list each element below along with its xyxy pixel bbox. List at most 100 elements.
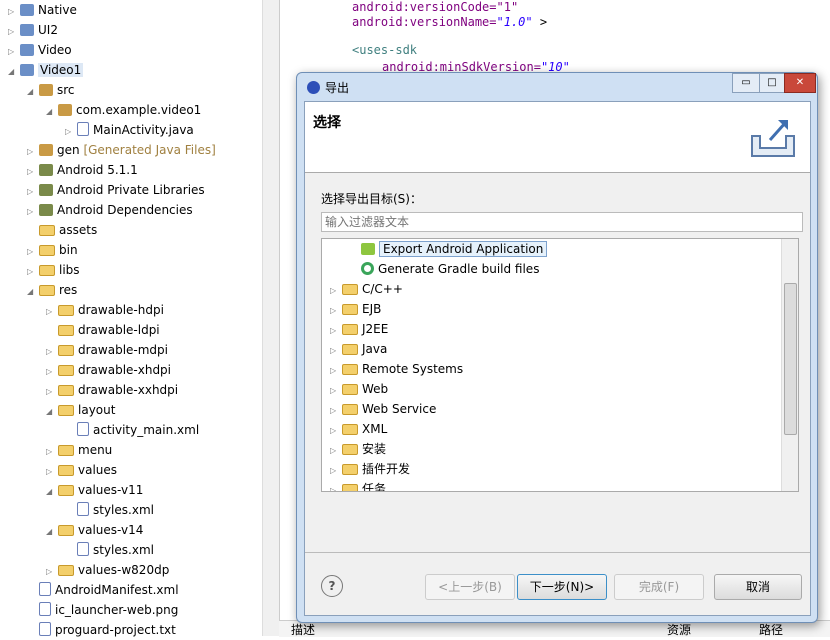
expand-toggle-icon[interactable]: ▷ <box>8 42 18 62</box>
tree-item[interactable]: ◢ com.example.video1 <box>46 100 201 120</box>
expand-toggle-icon[interactable]: ◢ <box>27 282 37 302</box>
tree-item[interactable]: ▷ drawable-hdpi <box>46 300 164 320</box>
tree-item[interactable]: ▷ bin <box>27 240 78 260</box>
expand-toggle-icon[interactable]: ▷ <box>65 122 75 142</box>
tree-item-label: drawable-xxhdpi <box>78 383 179 397</box>
expand-toggle-icon[interactable]: ▷ <box>330 361 340 381</box>
tree-item[interactable]: ▷ drawable-xhdpi <box>46 360 171 380</box>
tree-item[interactable]: ▷ menu <box>46 440 112 460</box>
tree-item[interactable]: activity_main.xml <box>65 420 199 440</box>
tree-item[interactable]: ◢ values-v14 <box>46 520 143 540</box>
expand-toggle-icon[interactable]: ▷ <box>46 462 56 482</box>
tree-item[interactable]: styles.xml <box>65 500 154 520</box>
finish-button[interactable]: 完成(F) <box>614 574 704 600</box>
expand-toggle-icon[interactable]: ▷ <box>27 162 37 182</box>
tree-item[interactable]: ▷ Video <box>8 40 72 60</box>
tree-item[interactable]: ▷ values-w820dp <box>46 560 169 580</box>
wizard-item[interactable]: ▷ 安装 <box>330 439 386 459</box>
wizard-item[interactable]: ▷ Web <box>330 379 388 399</box>
tree-item[interactable]: ▷ UI2 <box>8 20 58 40</box>
expand-toggle-icon[interactable]: ◢ <box>46 482 56 502</box>
wizard-item[interactable]: ▷ Remote Systems <box>330 359 463 379</box>
tree-item[interactable]: AndroidManifest.xml <box>27 580 179 600</box>
tree-item[interactable]: ▷ drawable-xxhdpi <box>46 380 178 400</box>
expand-toggle-icon[interactable]: ▷ <box>330 301 340 321</box>
tree-item[interactable]: ◢ layout <box>46 400 115 420</box>
expand-toggle-icon[interactable]: ▷ <box>330 441 340 461</box>
expand-toggle-icon[interactable]: ▷ <box>46 562 56 582</box>
list-scrollbar[interactable] <box>781 239 798 491</box>
column-path[interactable]: 路径 <box>759 621 783 638</box>
expand-toggle-icon[interactable]: ▷ <box>330 381 340 401</box>
expand-toggle-icon[interactable]: ◢ <box>8 62 18 82</box>
wizard-item[interactable]: ▷ XML <box>330 419 387 439</box>
help-icon[interactable]: ? <box>321 575 343 597</box>
cancel-button[interactable]: 取消 <box>714 574 802 600</box>
expand-toggle-icon[interactable]: ◢ <box>27 82 37 102</box>
maximize-button[interactable]: □ <box>759 73 785 93</box>
filter-input[interactable] <box>321 212 803 232</box>
expand-toggle-icon[interactable]: ▷ <box>8 2 18 22</box>
wizard-item[interactable]: ▷ C/C++ <box>330 279 403 299</box>
wizard-item[interactable]: ▷ 插件开发 <box>330 459 410 479</box>
expand-toggle-icon[interactable]: ▷ <box>27 142 37 162</box>
wizard-item[interactable]: ▷ 任务 <box>330 479 386 491</box>
tree-item[interactable]: ▷ Native <box>8 0 77 20</box>
expand-toggle-icon[interactable]: ▷ <box>46 442 56 462</box>
tree-item[interactable]: ◢ res <box>27 280 77 300</box>
expand-toggle-icon[interactable]: ▷ <box>46 382 56 402</box>
expand-toggle-icon[interactable]: ◢ <box>46 402 56 422</box>
expand-toggle-icon[interactable]: ◢ <box>46 102 56 122</box>
expand-toggle-icon[interactable]: ▷ <box>330 321 340 341</box>
tree-item[interactable]: drawable-ldpi <box>46 320 160 340</box>
wizard-item[interactable]: Export Android Application <box>349 239 548 259</box>
tree-item[interactable]: ▷ drawable-mdpi <box>46 340 168 360</box>
wizard-item[interactable]: Generate Gradle build files <box>349 259 539 279</box>
expand-toggle-icon[interactable]: ▷ <box>46 342 56 362</box>
scroll-thumb[interactable] <box>784 283 797 435</box>
expand-toggle-icon[interactable]: ◢ <box>46 522 56 542</box>
tree-item-label: gen <box>57 143 80 157</box>
tree-item[interactable]: ▷ Android 5.1.1 <box>27 160 138 180</box>
wizard-item-label: C/C++ <box>362 282 403 296</box>
expand-toggle-icon[interactable]: ▷ <box>8 22 18 42</box>
expand-toggle-icon[interactable]: ▷ <box>46 362 56 382</box>
expand-toggle-icon[interactable]: ▷ <box>330 341 340 361</box>
wizard-item[interactable]: ▷ Web Service <box>330 399 436 419</box>
expand-toggle-icon[interactable]: ▷ <box>46 302 56 322</box>
export-wizard-tree[interactable]: Export Android Application Generate Gradl… <box>321 238 799 492</box>
tree-item[interactable]: ◢ values-v11 <box>46 480 143 500</box>
tree-item[interactable]: ▷ Android Private Libraries <box>27 180 205 200</box>
tree-item[interactable]: ◢ src <box>27 80 75 100</box>
wizard-item[interactable]: ▷ J2EE <box>330 319 388 339</box>
tree-item[interactable]: styles.xml <box>65 540 154 560</box>
close-button[interactable]: ✕ <box>784 73 816 93</box>
folder-icon <box>58 465 74 476</box>
minimize-button[interactable]: ▭ <box>732 73 760 93</box>
wizard-item[interactable]: ▷ EJB <box>330 299 381 319</box>
tree-item[interactable]: ▷ values <box>46 460 117 480</box>
tree-item[interactable]: ▷ MainActivity.java <box>65 120 194 140</box>
expand-toggle-icon[interactable]: ▷ <box>330 401 340 421</box>
expand-toggle-icon[interactable]: ▷ <box>330 421 340 441</box>
tree-item[interactable]: ▷ Android Dependencies <box>27 200 193 220</box>
explorer-scrollbar[interactable] <box>262 0 279 636</box>
tree-item[interactable]: ▷ gen [Generated Java Files] <box>27 140 216 160</box>
wizard-item[interactable]: ▷ Java <box>330 339 387 359</box>
expand-toggle-icon[interactable]: ▷ <box>27 242 37 262</box>
tree-item[interactable]: assets <box>27 220 97 240</box>
expand-toggle-icon[interactable]: ▷ <box>27 262 37 282</box>
expand-toggle-icon[interactable]: ▷ <box>330 481 340 491</box>
tree-item[interactable]: ◢ Video1 <box>8 60 84 82</box>
tree-item[interactable]: ▷ libs <box>27 260 80 280</box>
tree-item[interactable]: proguard-project.txt <box>27 620 176 640</box>
column-description[interactable]: 描述 <box>291 621 315 638</box>
column-resource[interactable]: 资源 <box>667 621 691 638</box>
expand-toggle-icon[interactable]: ▷ <box>27 182 37 202</box>
expand-toggle-icon[interactable]: ▷ <box>330 461 340 481</box>
back-button[interactable]: <上一步(B) <box>425 574 515 600</box>
next-button[interactable]: 下一步(N)> <box>517 574 607 600</box>
expand-toggle-icon[interactable]: ▷ <box>330 281 340 301</box>
expand-toggle-icon[interactable]: ▷ <box>27 202 37 222</box>
tree-item[interactable]: ic_launcher-web.png <box>27 600 178 620</box>
